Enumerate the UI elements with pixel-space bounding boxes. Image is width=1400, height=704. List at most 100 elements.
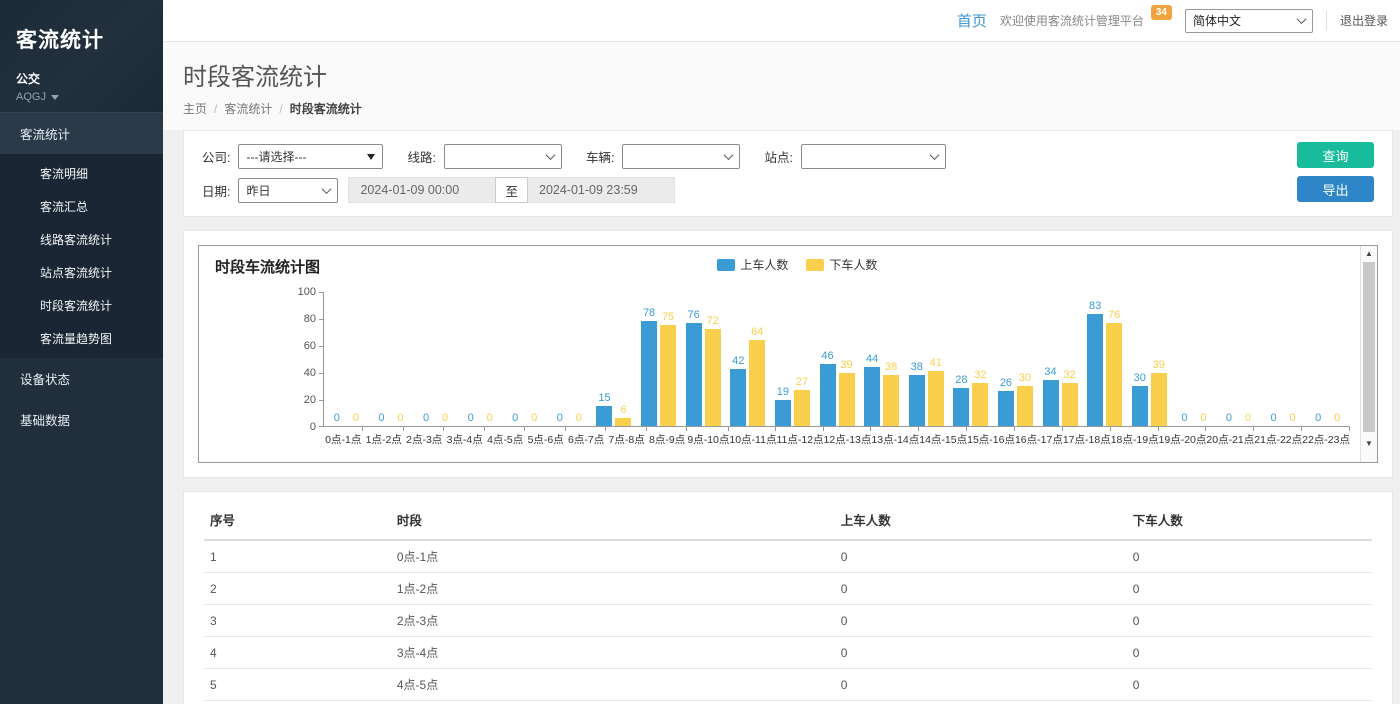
x-axis-label: 7点-8点 xyxy=(606,428,646,447)
table-cell: 0 xyxy=(1127,605,1372,637)
vehicle-label: 车辆: xyxy=(586,147,614,166)
station-label: 站点: xyxy=(764,147,792,166)
sidebar-section-base-data[interactable]: 基础数据 xyxy=(0,399,163,440)
x-axis-label: 22点-23点 xyxy=(1302,428,1350,447)
bar: 27 xyxy=(794,390,810,426)
bar-value-label: 64 xyxy=(751,326,763,338)
bar-group: 00 xyxy=(324,292,369,426)
bar-group: 1927 xyxy=(770,292,815,426)
x-axis-label: 3点-4点 xyxy=(444,428,484,447)
x-axis-label: 20点-21点 xyxy=(1206,428,1254,447)
sidebar-item[interactable]: 时段客流统计 xyxy=(0,289,163,322)
legend-item-boarding[interactable]: 上车人数 xyxy=(717,256,788,273)
column-header-boarding: 上车人数 xyxy=(835,500,1127,540)
company-select[interactable]: ---请选择--- xyxy=(238,144,383,169)
sidebar-item[interactable]: 客流汇总 xyxy=(0,190,163,223)
legend-label: 下车人数 xyxy=(829,256,877,273)
bar-value-label: 72 xyxy=(707,315,719,327)
table-cell: 0 xyxy=(835,573,1127,605)
logout-link[interactable]: 退出登录 xyxy=(1340,12,1388,29)
data-table: 序号 时段 上车人数 下车人数 10点-1点0021点-2点0032点-3点00… xyxy=(204,500,1372,704)
x-axis-label: 14点-15点 xyxy=(919,428,967,447)
table-cell: 2 xyxy=(204,573,391,605)
chart-panel: 时段车流统计图 上车人数 下车人数 0204060801000000000000… xyxy=(183,230,1393,478)
sidebar-section-passenger-stats[interactable]: 客流统计 xyxy=(0,112,163,154)
bar-group: 00 xyxy=(502,292,547,426)
bar-value-label: 0 xyxy=(1181,412,1187,424)
bar-value-label: 19 xyxy=(777,386,789,398)
main-area: 首页 欢迎使用客流统计管理平台 34 简体中文 退出登录 时段客流统计 主页 /… xyxy=(163,0,1400,704)
export-button[interactable]: 导出 xyxy=(1297,176,1374,202)
bar-group: 00 xyxy=(1305,292,1350,426)
breadcrumb-separator: / xyxy=(214,102,217,116)
bar: 44 xyxy=(864,367,880,426)
sidebar-item[interactable]: 线路客流统计 xyxy=(0,223,163,256)
station-select[interactable] xyxy=(801,144,946,169)
bar-value-label: 30 xyxy=(1019,372,1031,384)
breadcrumb: 主页 / 客流统计 / 时段客流统计 xyxy=(183,100,1380,117)
table-cell: 0 xyxy=(835,605,1127,637)
x-axis-label: 17点-18点 xyxy=(1063,428,1111,447)
table-row: 10点-1点00 xyxy=(204,540,1372,573)
column-header-index: 序号 xyxy=(204,500,391,540)
bar-group: 3432 xyxy=(1038,292,1083,426)
org-code-label: AQGJ xyxy=(16,91,46,103)
bar-value-label: 75 xyxy=(662,311,674,323)
breadcrumb-passenger-stats[interactable]: 客流统计 xyxy=(224,100,272,117)
bar-group: 4438 xyxy=(859,292,904,426)
legend-item-alighting[interactable]: 下车人数 xyxy=(806,256,877,273)
bar: 76 xyxy=(686,323,702,426)
query-button[interactable]: 查询 xyxy=(1297,142,1374,168)
table-cell: 0 xyxy=(835,701,1127,704)
bar: 26 xyxy=(998,391,1014,426)
scroll-up-icon[interactable]: ▲ xyxy=(1361,249,1377,258)
bar-value-label: 44 xyxy=(866,353,878,365)
scrollbar-thumb[interactable] xyxy=(1363,262,1375,432)
sidebar-item[interactable]: 客流量趋势图 xyxy=(0,322,163,355)
table-cell: 0 xyxy=(835,669,1127,701)
table-cell: 0 xyxy=(835,637,1127,669)
y-axis-label: 0 xyxy=(278,420,316,434)
org-code-dropdown[interactable]: AQGJ xyxy=(16,91,147,103)
bar-value-label: 0 xyxy=(1245,412,1251,424)
bar-value-label: 32 xyxy=(1063,369,1075,381)
notification-badge[interactable]: 34 xyxy=(1151,5,1172,20)
bar-value-label: 0 xyxy=(487,412,493,424)
bar-value-label: 0 xyxy=(378,412,384,424)
home-link[interactable]: 首页 xyxy=(957,10,987,31)
bar-group: 7875 xyxy=(636,292,681,426)
language-select[interactable]: 简体中文 xyxy=(1185,9,1313,33)
divider xyxy=(1326,11,1327,31)
date-start-input[interactable]: 2024-01-09 00:00 xyxy=(348,177,496,203)
scroll-down-icon[interactable]: ▼ xyxy=(1361,439,1377,448)
bar: 15 xyxy=(596,406,612,426)
bar-value-label: 0 xyxy=(1290,412,1296,424)
bar-group: 76 72 xyxy=(681,292,726,426)
x-axis-label: 19点-20点 xyxy=(1159,428,1207,447)
x-axis-label: 6点-7点 xyxy=(566,428,606,447)
sidebar-item[interactable]: 客流明细 xyxy=(0,157,163,190)
table-cell: 3点-4点 xyxy=(391,637,835,669)
date-end-input[interactable]: 2024-01-09 23:59 xyxy=(527,177,675,203)
language-value: 简体中文 xyxy=(1193,12,1241,29)
breadcrumb-home[interactable]: 主页 xyxy=(183,100,207,117)
x-axis-label: 10点-11点 xyxy=(729,428,776,447)
sidebar-item[interactable]: 站点客流统计 xyxy=(0,256,163,289)
vehicle-select[interactable] xyxy=(622,144,740,169)
chevron-down-icon xyxy=(929,150,939,160)
filter-panel: 公司: ---请选择--- 线路: 车辆: xyxy=(183,130,1393,217)
line-select[interactable] xyxy=(444,144,562,169)
bar-value-label: 28 xyxy=(955,374,967,386)
table-row: 65点-6点00 xyxy=(204,701,1372,704)
bar-value-label: 46 xyxy=(821,350,833,362)
table-cell: 2点-3点 xyxy=(391,605,835,637)
sidebar-section-device-status[interactable]: 设备状态 xyxy=(0,358,163,399)
submenu: 客流明细客流汇总线路客流统计站点客流统计时段客流统计客流量趋势图 xyxy=(0,154,163,358)
dropdown-arrow-icon xyxy=(367,154,375,160)
chart-scrollbar[interactable]: ▲ ▼ xyxy=(1360,246,1377,462)
date-preset-select[interactable]: 昨日 xyxy=(238,178,338,203)
bar-value-label: 30 xyxy=(1134,372,1146,384)
bar: 28 xyxy=(953,388,969,426)
bar-group: 00 xyxy=(1172,292,1217,426)
bar-value-label: 0 xyxy=(468,412,474,424)
